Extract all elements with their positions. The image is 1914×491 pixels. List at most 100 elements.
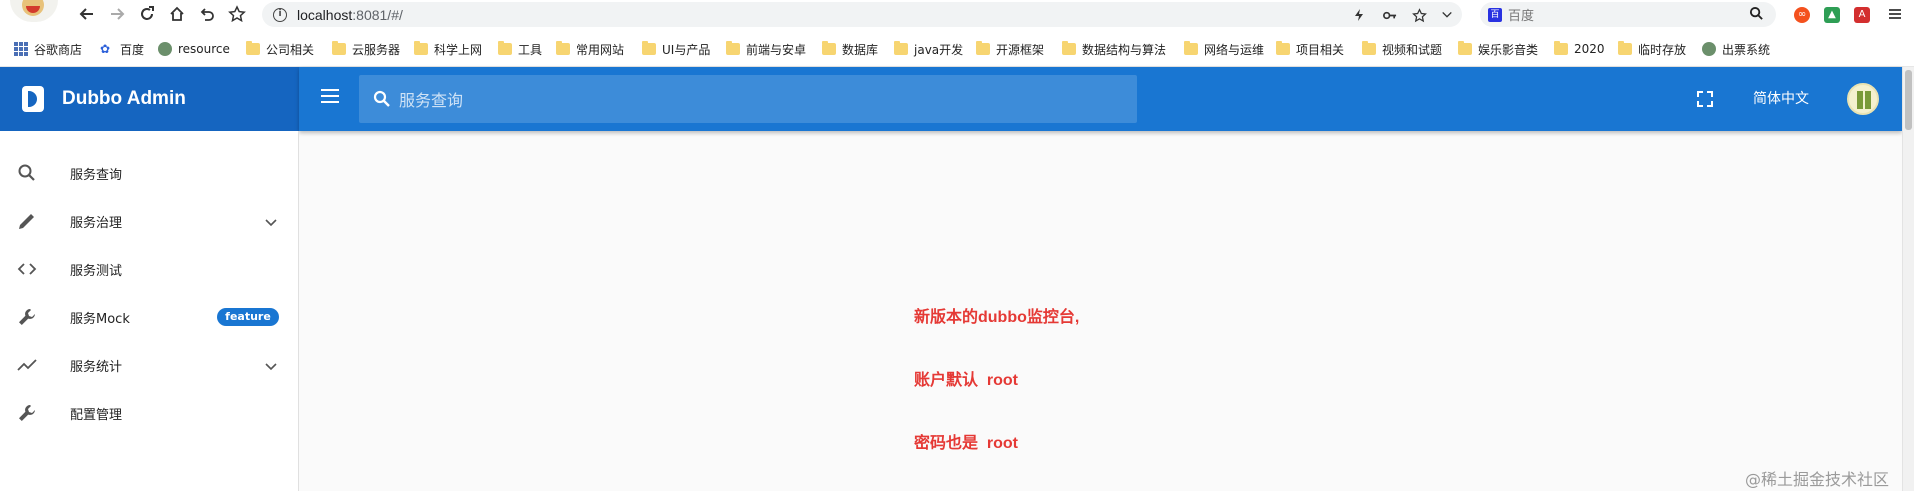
folder-icon (976, 41, 990, 55)
globe-icon (1702, 42, 1716, 56)
annotation-line: 账户默认 root (914, 372, 1018, 389)
bookmark-item[interactable]: 出票系统 (1702, 39, 1770, 59)
key-icon[interactable] (1380, 6, 1398, 24)
globe-icon (158, 42, 172, 56)
reload-icon[interactable] (136, 3, 158, 25)
star-icon[interactable] (1410, 6, 1428, 24)
folder-icon (1276, 41, 1290, 55)
bookmark-item[interactable]: 前端与安卓 (726, 39, 806, 59)
bookmark-label: 出票系统 (1722, 42, 1771, 57)
bookmark-item[interactable]: 科学上网 (414, 39, 482, 59)
folder-icon (1554, 41, 1568, 55)
bookmark-label: java开发 (914, 42, 964, 57)
bookmark-label: 网络与运维 (1204, 42, 1265, 57)
bookmark-item[interactable]: 网络与运维 (1184, 39, 1264, 59)
bookmark-label: resource (178, 42, 230, 56)
watermark-text: @稀土掘金技术社区 (1745, 470, 1890, 489)
folder-icon (498, 41, 512, 55)
home-icon[interactable] (166, 3, 188, 25)
service-search-input[interactable]: 服务查询 (359, 75, 1137, 123)
folder-icon (822, 41, 836, 55)
bookmark-label: 数据结构与算法 (1082, 42, 1167, 57)
hamburger-menu-icon[interactable] (321, 89, 341, 107)
forward-arrow-icon[interactable] (106, 3, 128, 25)
bookmark-item[interactable]: 2020 (1554, 39, 1605, 59)
bookmarks-bar: 谷歌商店 ✿ 百度 resource 公司相关 云服务器 科学上网 工具 常用网站 UI与产品 前端… (0, 29, 1914, 67)
code-icon (16, 258, 38, 280)
bookmark-label: 公司相关 (266, 42, 315, 57)
address-bar[interactable]: i localhost:8081/#/ (262, 2, 1462, 27)
bookmark-item[interactable]: UI与产品 (642, 39, 710, 59)
fullscreen-icon[interactable] (1695, 89, 1715, 109)
pdf-extension-icon[interactable]: A (1854, 7, 1870, 23)
undo-icon[interactable] (196, 3, 218, 25)
browser-menu-icon[interactable] (1884, 3, 1906, 25)
sidebar: 服务查询服务治理服务测试服务Mock feature 服务统计 配置管理 (0, 131, 299, 491)
bookmark-label: 工具 (518, 42, 543, 57)
bookmark-item[interactable]: 数据库 (822, 39, 878, 59)
browser-search-box[interactable]: 百 百度 (1480, 2, 1776, 27)
bookmark-item[interactable]: 工具 (498, 39, 542, 59)
bookmark-item[interactable]: 开源框架 (976, 39, 1044, 59)
folder-icon (894, 41, 908, 55)
bookmark-item[interactable]: java开发 (894, 39, 963, 59)
folder-icon (556, 41, 570, 55)
bookmark-label: 常用网站 (576, 42, 625, 57)
bookmark-label: 视频和试题 (1382, 42, 1443, 57)
extension-icon[interactable]: ∞ (1794, 7, 1810, 23)
bookmark-label: 项目相关 (1296, 42, 1345, 57)
pencil-icon (16, 210, 38, 232)
folder-icon (414, 41, 428, 55)
trending-icon (16, 354, 38, 376)
folder-icon (246, 41, 260, 55)
chevron-down-icon[interactable] (1438, 6, 1456, 24)
sidebar-item[interactable]: 服务查询 (0, 149, 298, 197)
bookmark-label: 百度 (120, 42, 145, 57)
bookmark-item[interactable]: 常用网站 (556, 39, 624, 59)
bookmark-item[interactable]: 娱乐影音类 (1458, 39, 1538, 59)
search-icon (373, 90, 390, 107)
url-text: localhost:8081/#/ (297, 6, 403, 23)
folder-icon (332, 41, 346, 55)
lightning-icon[interactable] (1350, 6, 1368, 24)
sidebar-item[interactable]: 服务统计 (0, 341, 298, 389)
annotation-text: 新版本的dubbo监控台, 账户默认 root 密码也是 root (914, 265, 1079, 491)
bookmark-star-icon[interactable] (226, 3, 248, 25)
folder-icon (1184, 41, 1198, 55)
magnifier-icon[interactable] (1749, 6, 1764, 21)
folder-icon (1618, 41, 1632, 55)
user-avatar[interactable] (1847, 83, 1879, 115)
bookmark-item[interactable]: 临时存放 (1618, 39, 1686, 59)
bookmark-label: 云服务器 (352, 42, 401, 57)
bookmark-item[interactable]: ✿ 百度 (100, 39, 144, 59)
folder-icon (1062, 41, 1076, 55)
sidebar-item[interactable]: 配置管理 (0, 389, 298, 437)
sidebar-item[interactable]: 服务测试 (0, 245, 298, 293)
bookmark-item[interactable]: 公司相关 (246, 39, 314, 59)
baidu-paw-icon: ✿ (100, 42, 111, 56)
bookmark-item[interactable]: 谷歌商店 (14, 39, 82, 59)
extension-icon[interactable]: ▲ (1824, 7, 1840, 23)
bookmark-item[interactable]: 视频和试题 (1362, 39, 1442, 59)
sidebar-item[interactable]: 服务Mock feature (0, 293, 298, 341)
bookmark-item[interactable]: 项目相关 (1276, 39, 1344, 59)
bookmark-item[interactable]: resource (158, 39, 230, 59)
bookmark-item[interactable]: 云服务器 (332, 39, 400, 59)
bookmark-label: 开源框架 (996, 42, 1045, 57)
sidebar-item-label: 服务测试 (70, 263, 123, 279)
chevron-down-icon[interactable] (264, 214, 278, 228)
bookmark-label: 临时存放 (1638, 42, 1687, 57)
site-info-icon[interactable]: i (273, 7, 287, 22)
chevron-down-icon[interactable] (264, 358, 278, 372)
annotation-line: 新版本的dubbo监控台, (914, 309, 1080, 326)
wrench-icon (16, 306, 38, 328)
bookmark-item[interactable]: 数据结构与算法 (1062, 39, 1166, 59)
back-arrow-icon[interactable] (76, 3, 98, 25)
page-scrollbar[interactable] (1902, 67, 1914, 491)
folder-icon (642, 41, 656, 55)
sidebar-item[interactable]: 服务治理 (0, 197, 298, 245)
bookmark-label: UI与产品 (662, 42, 711, 57)
dubbo-admin-app: Dubbo Admin 服务查询 简体中文 服务查询 服务治理 服务测试 服务Mock… (0, 67, 1902, 491)
sidebar-item-label: 服务查询 (70, 167, 123, 183)
language-selector[interactable]: 简体中文 (1753, 89, 1809, 109)
